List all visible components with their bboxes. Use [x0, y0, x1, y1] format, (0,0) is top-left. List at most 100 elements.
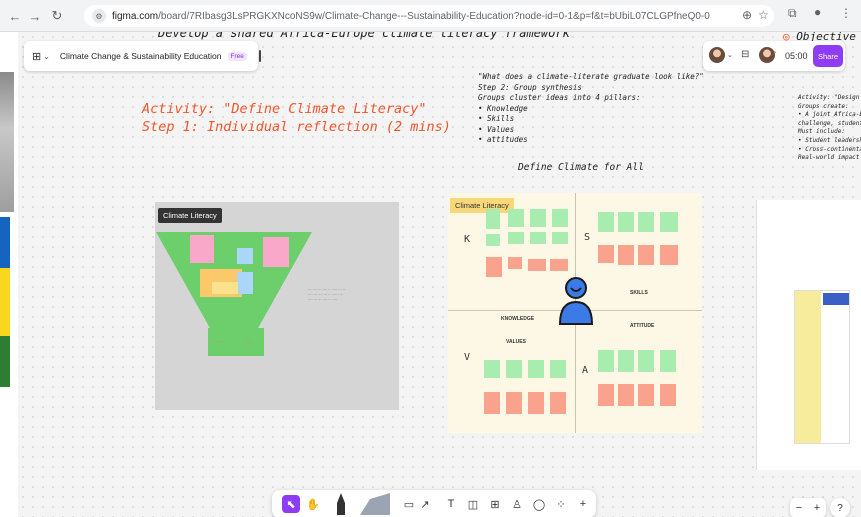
sticky-note[interactable] — [638, 212, 654, 232]
activity-text[interactable]: Activity: "Define Climate Literacy" Step… — [142, 100, 451, 136]
frame-title-center[interactable]: Climate Literacy — [450, 198, 514, 213]
sticky-note[interactable] — [638, 350, 654, 372]
define-climate-heading[interactable]: Define Climate for All — [518, 162, 644, 173]
avatar[interactable] — [709, 47, 725, 63]
reload-icon[interactable]: ↻ — [46, 5, 68, 27]
sticky-note[interactable] — [506, 360, 522, 378]
sticky-note[interactable] — [550, 259, 568, 271]
note-line: • Cross-continental co — [798, 145, 861, 153]
hand-tool-icon[interactable]: ✋ — [304, 495, 322, 513]
file-name[interactable]: Climate Change & Sustainability Educatio… — [60, 51, 222, 61]
synthesis-line: Step 2: Group synthesis — [478, 82, 582, 92]
back-icon[interactable]: ← — [4, 5, 26, 27]
highlighter-tool-icon[interactable] — [360, 492, 390, 516]
sticky-note[interactable] — [508, 232, 524, 244]
sticky-note[interactable] — [618, 212, 634, 232]
sticky-note[interactable] — [237, 248, 253, 264]
attitude-label: ATTITUDE — [630, 323, 655, 329]
right-activity-notes[interactable]: Activity: "Design a Yo Groups create: • … — [798, 94, 861, 163]
board-menu-icon[interactable]: ⊞ — [32, 50, 41, 63]
sticky-note[interactable] — [506, 392, 522, 414]
more-tools-icon[interactable]: ⁘ — [552, 495, 570, 513]
stamp-tool-icon[interactable]: ♙ — [508, 495, 526, 513]
sticky-note[interactable] — [486, 234, 500, 246]
sticky-note[interactable] — [618, 245, 634, 265]
table-tool-icon[interactable]: ⊞ — [486, 495, 504, 513]
chevron-down-icon[interactable]: ⌄ — [727, 51, 733, 59]
chevron-down-icon[interactable]: ⌄ — [43, 52, 50, 61]
board-canvas[interactable]: Develop a shared Africa-Europe climate l… — [18, 32, 861, 517]
sticky-note[interactable] — [508, 257, 522, 269]
forward-icon[interactable]: → — [24, 5, 46, 27]
duplicate-icon[interactable] — [258, 50, 261, 62]
frame-title-left[interactable]: Climate Literacy — [158, 208, 222, 223]
connector-tool-icon[interactable]: ↗ — [416, 495, 434, 513]
sticky-note[interactable] — [237, 272, 253, 294]
sticky-note[interactable] — [598, 350, 614, 372]
sticky-note[interactable] — [660, 384, 676, 406]
marker-tool-icon[interactable] — [332, 492, 350, 516]
sticky-note[interactable] — [528, 360, 544, 378]
sticky-note[interactable] — [484, 392, 500, 414]
stem-label: ~~~ — [214, 340, 223, 346]
browser-menu-icon[interactable]: ⋮ — [840, 6, 852, 20]
sticky-note[interactable] — [552, 232, 568, 244]
sticky-note[interactable] — [638, 245, 654, 265]
zoom-out-button[interactable]: − — [796, 502, 802, 514]
browser-toolbar: ← → ↻ ⚙ figma.com/board/7RIbasg3LsPRGKXN… — [0, 0, 861, 32]
profile-icon[interactable]: ● — [814, 5, 821, 19]
sticky-note[interactable] — [212, 282, 238, 294]
side-image[interactable] — [0, 217, 10, 387]
sticky-note-tool-icon[interactable]: ◫ — [464, 495, 482, 513]
synthesis-line: • Values — [478, 124, 515, 134]
sticky-note[interactable] — [598, 245, 614, 263]
help-button[interactable]: ? — [830, 498, 850, 517]
file-header: ⊞ ⌄ Climate Change & Sustainability Educ… — [24, 41, 261, 71]
sticky-note[interactable] — [530, 209, 546, 227]
framework-heading: Develop a shared Africa-Europe climate l… — [158, 32, 570, 40]
sticky-note[interactable] — [660, 350, 676, 372]
sticky-note[interactable] — [486, 257, 502, 277]
sticky-note[interactable] — [528, 392, 544, 414]
sticky-note[interactable] — [530, 232, 546, 244]
bookmark-star-icon[interactable]: ☆ — [758, 8, 769, 22]
sticky-note[interactable] — [598, 384, 614, 406]
comment-tool-icon[interactable]: ◯ — [530, 495, 548, 513]
user-icon[interactable] — [556, 274, 596, 326]
sticky-note[interactable] — [508, 209, 524, 227]
add-tool-icon[interactable]: + — [574, 495, 592, 513]
timer-icon[interactable]: ◔ — [771, 48, 777, 59]
side-thumbnail[interactable] — [0, 72, 14, 212]
sticky-note[interactable] — [552, 209, 568, 227]
sticky-note[interactable] — [263, 237, 289, 267]
sticky-note[interactable] — [484, 360, 500, 378]
sticky-note[interactable] — [598, 212, 614, 232]
install-icon[interactable]: ⊕ — [742, 8, 752, 22]
sticky-note[interactable] — [190, 235, 214, 263]
note-line: Real-world impact — [798, 154, 860, 162]
sticky-note[interactable] — [660, 212, 678, 232]
sticky-note[interactable] — [638, 384, 654, 406]
site-settings-icon[interactable]: ⚙ — [92, 9, 106, 23]
sticky-note[interactable] — [660, 245, 678, 265]
share-button[interactable]: Share — [813, 45, 843, 67]
select-tool-icon[interactable]: ⬉ — [282, 495, 300, 513]
text-tool-icon[interactable]: T — [442, 495, 460, 513]
plan-badge[interactable]: Free — [227, 51, 247, 61]
address-bar[interactable]: ⚙ figma.com/board/7RIbasg3LsPRGKXNcoNS9w… — [84, 5, 774, 27]
note-line: Must include: — [798, 128, 845, 136]
extensions-icon[interactable]: ⧉ — [788, 6, 797, 21]
evaluation-table[interactable] — [794, 290, 850, 444]
sticky-note[interactable] — [528, 259, 546, 271]
sticky-note[interactable] — [618, 384, 634, 406]
synthesis-text[interactable]: "What does a climate-literate graduate l… — [478, 72, 704, 146]
sticky-note[interactable] — [550, 360, 566, 378]
sticky-note[interactable] — [486, 209, 500, 229]
sticky-note[interactable] — [618, 350, 634, 372]
timer-value[interactable]: 05:00 — [785, 51, 808, 61]
values-label: VALUES — [506, 339, 526, 345]
zoom-in-button[interactable]: + — [814, 502, 820, 514]
url-host: figma.com — [112, 10, 159, 22]
sticky-note[interactable] — [550, 392, 566, 414]
layout-icon[interactable]: ⊟ — [741, 49, 749, 60]
